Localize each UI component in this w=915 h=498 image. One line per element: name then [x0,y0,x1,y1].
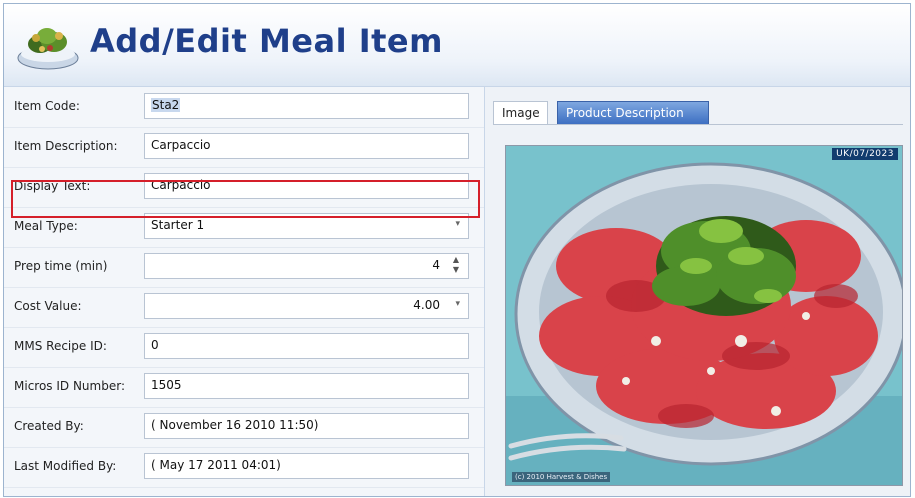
display-text-label: Display Text: [14,179,91,193]
item-description-input[interactable]: Carpaccio [144,133,469,159]
prep-time-label: Prep time (min) [14,259,108,273]
form-row-item-code: Item Code: Sta2 [4,87,484,128]
media-panel: Image Product Description UK/07/2023 (c)… [485,87,910,496]
item-code-label: Item Code: [14,99,80,113]
chevron-down-icon[interactable]: ▾ [455,299,460,309]
last-modified-by-label: Last Modified By: [14,459,117,473]
carpaccio-image [506,146,902,485]
micros-id-input[interactable]: 1505 [144,373,469,399]
form-row-item-description: Item Description: Carpaccio [4,127,484,168]
tab-divider [493,124,903,125]
form-row-mms-recipe-id: MMS Recipe ID: 0 [4,327,484,368]
mms-recipe-id-label: MMS Recipe ID: [14,339,107,353]
item-form: Item Code: Sta2 Item Description: Carpac… [4,87,485,496]
item-description-label: Item Description: [14,139,118,153]
form-row-prep-time: Prep time (min) 4 ▲ ▼ [4,247,484,288]
meal-type-select[interactable]: Starter 1 ▾ [144,213,469,239]
meal-type-label: Meal Type: [14,219,78,233]
prep-time-stepper[interactable]: 4 ▲ ▼ [144,253,469,279]
item-code-input[interactable]: Sta2 [144,93,469,119]
meal-item-window: Add/Edit Meal Item Item Code: Sta2 Item … [3,3,911,497]
cost-value-input[interactable]: 4.00 ▾ [144,293,469,319]
form-row-created-by: Created By: ( November 16 2010 11:50) [4,407,484,448]
header: Add/Edit Meal Item [4,4,910,87]
image-caption: (c) 2010 Harvest & Dishes [512,472,611,482]
micros-id-label: Micros ID Number: [14,379,125,393]
chevron-down-icon[interactable]: ▾ [455,219,460,229]
spin-arrows-icon[interactable]: ▲ ▼ [450,255,462,275]
meal-photo: UK/07/2023 (c) 2010 Harvest & Dishes [505,145,903,486]
page-title: Add/Edit Meal Item [90,22,443,60]
salad-bowl-icon [17,28,79,70]
form-row-display-text: Display Text: Carpaccio [4,167,484,208]
created-by-label: Created By: [14,419,84,433]
form-row-cost-value: Cost Value: 4.00 ▾ [4,287,484,328]
display-text-input[interactable]: Carpaccio [144,173,469,199]
tab-image[interactable]: Image [493,101,548,125]
tab-product-description[interactable]: Product Description [557,101,709,125]
form-row-last-modified-by: Last Modified By: ( May 17 2011 04:01) [4,447,484,488]
last-modified-by-field: ( May 17 2011 04:01) [144,453,469,479]
created-by-field: ( November 16 2010 11:50) [144,413,469,439]
form-row-micros-id: Micros ID Number: 1505 [4,367,484,408]
mms-recipe-id-input[interactable]: 0 [144,333,469,359]
form-row-meal-type: Meal Type: Starter 1 ▾ [4,207,484,248]
cost-value-label: Cost Value: [14,299,82,313]
image-badge: UK/07/2023 [832,148,898,160]
